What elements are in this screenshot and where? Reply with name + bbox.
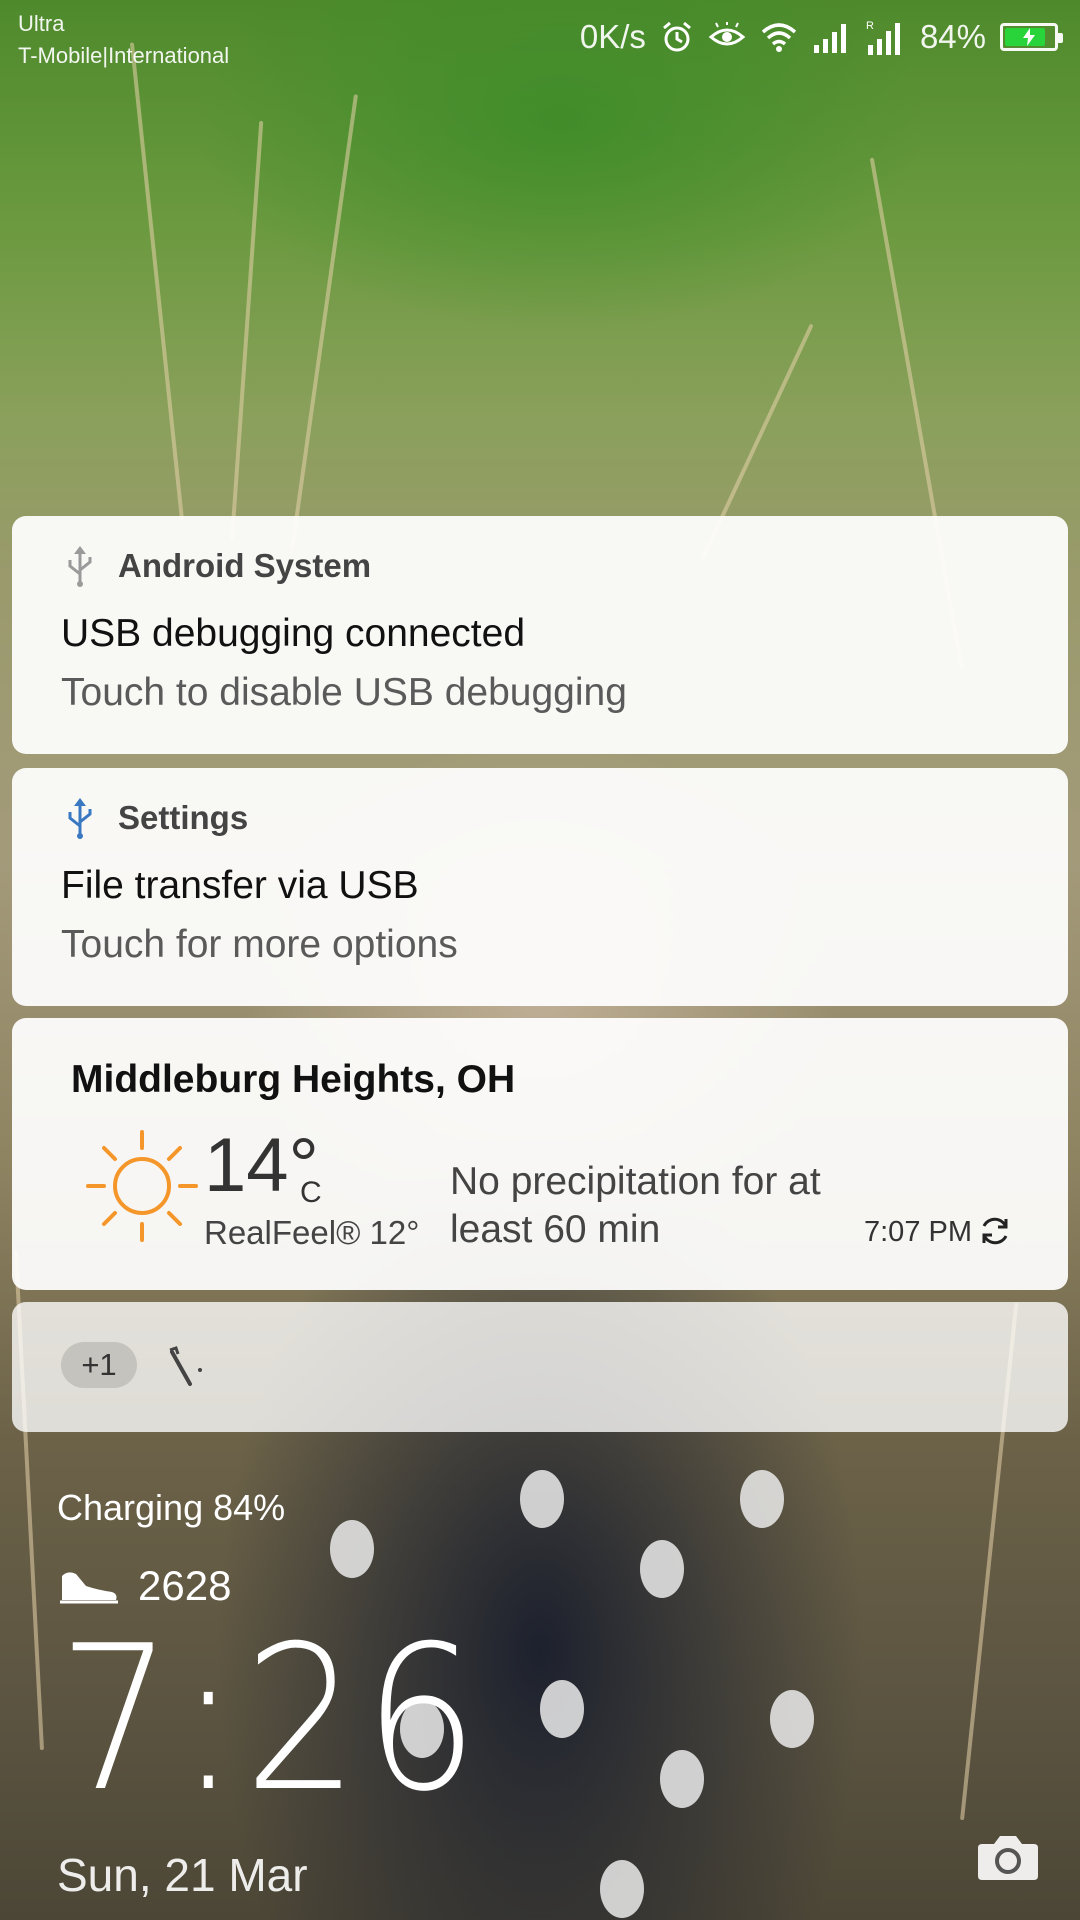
wallpaper-dress-dot xyxy=(540,1680,584,1738)
wifi-icon xyxy=(761,23,797,52)
sun-icon xyxy=(86,1130,198,1242)
eye-comfort-icon xyxy=(708,22,746,46)
wallpaper-grass xyxy=(290,94,359,551)
refresh-icon[interactable] xyxy=(978,1214,1012,1248)
notification-text: Touch for more options xyxy=(61,923,458,966)
status-bar: Ultra T-Mobile|International 0K/s R 84% xyxy=(0,0,1080,70)
notification-header: Android System xyxy=(64,544,371,588)
notification-usb-debugging[interactable]: Android System USB debugging connected T… xyxy=(12,516,1068,754)
carrier-info: Ultra T-Mobile|International xyxy=(18,8,229,72)
wallpaper-dress-dot xyxy=(740,1470,784,1528)
notification-header: Settings xyxy=(64,796,248,840)
status-icons: 0K/s R 84% xyxy=(579,14,1063,60)
charging-bolt-icon xyxy=(1023,28,1035,46)
network-speed: 0K/s xyxy=(579,18,646,55)
wallpaper-dress-dot xyxy=(330,1520,374,1578)
wallpaper-dress-dot xyxy=(770,1690,814,1748)
more-notifications-count: +1 xyxy=(61,1342,137,1388)
wallpaper-grass xyxy=(230,120,264,541)
charging-status: Charging 84% xyxy=(57,1487,286,1528)
usb-icon xyxy=(68,798,92,839)
camera-shortcut-icon[interactable] xyxy=(976,1832,1040,1882)
weather-card[interactable]: Middleburg Heights, OH 14° C RealFeel® 1… xyxy=(12,1018,1068,1290)
more-notifications-bar[interactable]: +1 xyxy=(12,1302,1068,1432)
weather-unit: C xyxy=(300,1176,322,1209)
battery-percent: 84% xyxy=(919,18,986,55)
signal-roaming-icon: R xyxy=(866,20,900,55)
notification-title: USB debugging connected xyxy=(61,612,526,655)
wallpaper-dress-dot xyxy=(600,1860,644,1918)
weather-city: Middleburg Heights, OH xyxy=(71,1058,516,1101)
carrier-line-2: T-Mobile|International xyxy=(18,43,230,68)
notification-title: File transfer via USB xyxy=(61,864,419,907)
battery-charging-icon xyxy=(1000,23,1063,51)
lockscreen-date: Sun, 21 Mar xyxy=(57,1849,308,1901)
battery-tip xyxy=(1058,33,1063,43)
weather-description: No precipitation for at least 60 min xyxy=(450,1160,821,1251)
notification-file-transfer[interactable]: Settings File transfer via USB Touch for… xyxy=(12,768,1068,1006)
notification-text: Touch to disable USB debugging xyxy=(61,671,627,714)
signal-icon xyxy=(813,24,846,53)
svg-text:R: R xyxy=(866,20,874,32)
usb-icon xyxy=(68,546,92,587)
alarm-icon xyxy=(662,21,691,52)
notification-app-name: Android System xyxy=(118,547,372,584)
carrier-line-1: Ultra xyxy=(18,11,65,36)
notification-app-name: Settings xyxy=(118,799,249,836)
wallpaper-dress-dot xyxy=(660,1750,704,1808)
shoe-icon xyxy=(60,1572,118,1604)
lockscreen-clock: 7:26 xyxy=(58,1603,484,1836)
weather-realfeel: RealFeel® 12° xyxy=(204,1214,420,1251)
tool-icon xyxy=(169,1346,202,1386)
wallpaper-dress-dot xyxy=(520,1470,564,1528)
wallpaper-grass xyxy=(129,42,184,521)
wallpaper-dress-dot xyxy=(640,1540,684,1598)
weather-updated-time: 7:07 PM xyxy=(864,1216,972,1248)
